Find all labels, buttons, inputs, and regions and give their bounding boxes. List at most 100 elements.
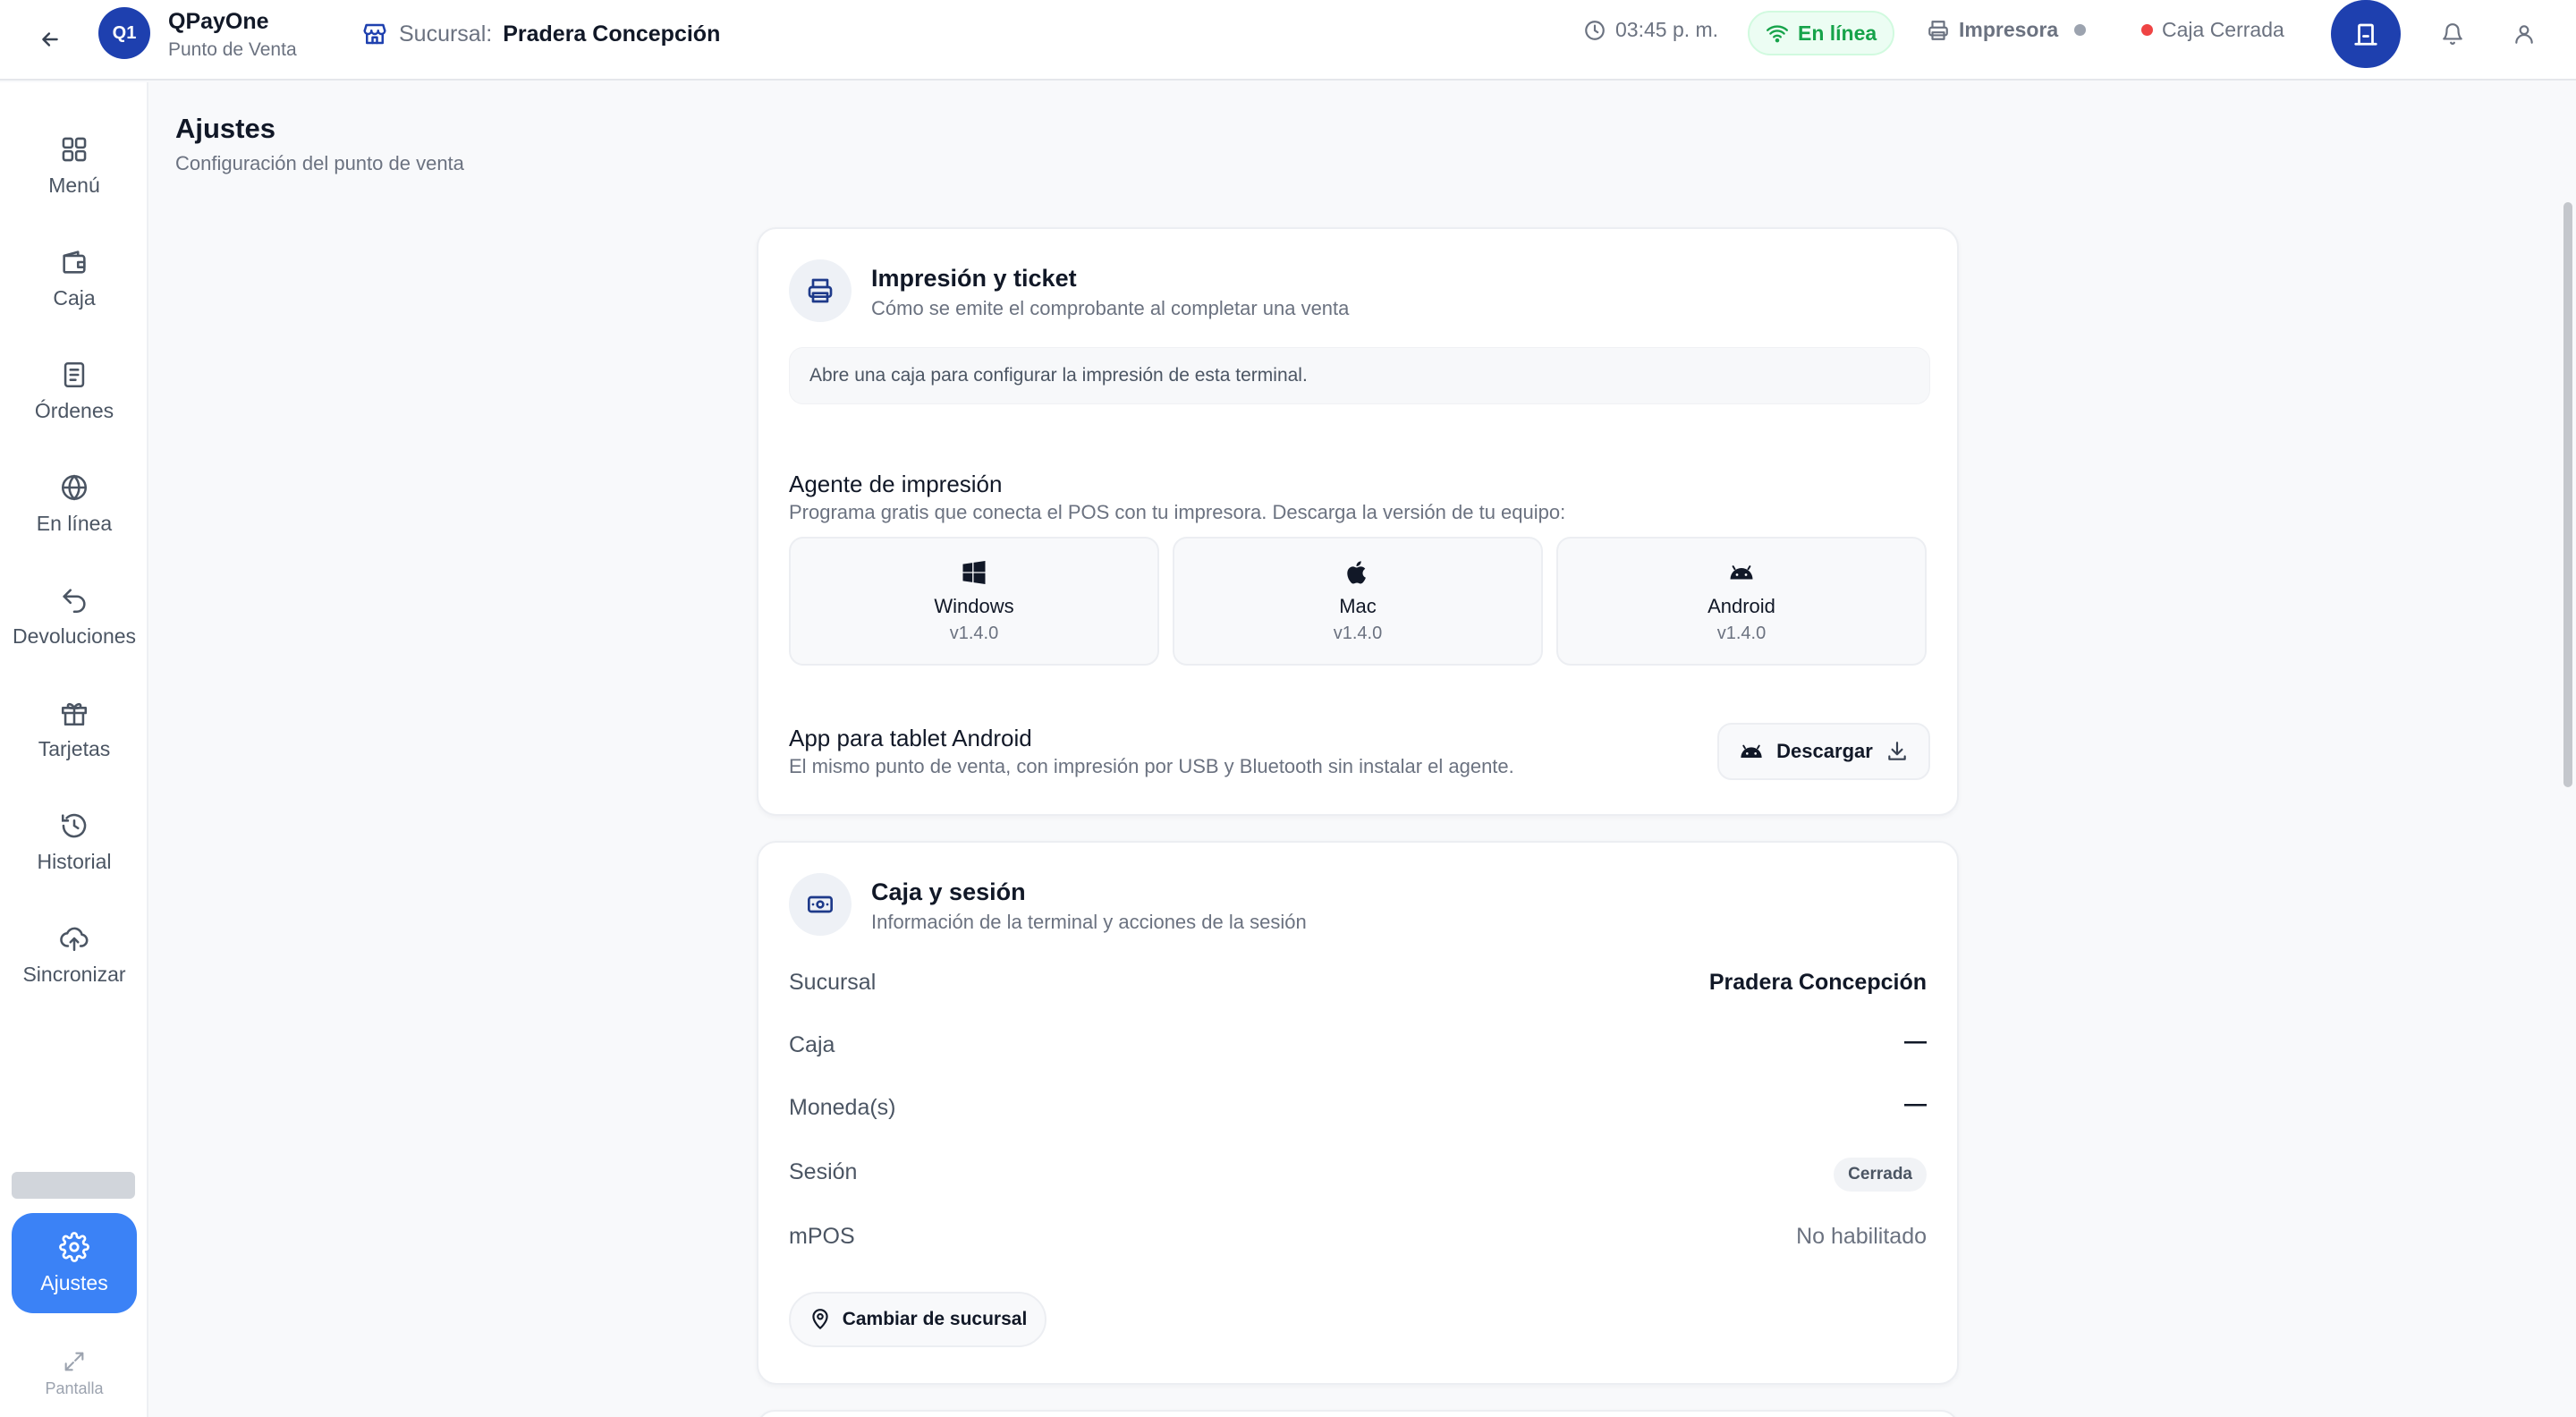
tablet-app-title: App para tablet Android [789,725,1032,751]
download-icon [1885,740,1909,763]
bell-icon [2441,22,2464,46]
register-row-label: Caja [789,1032,835,1057]
branch-row-label: Sucursal [789,970,877,995]
clock-icon [1583,19,1606,42]
sidebar-item-label: Tarjetas [38,736,111,760]
sidebar-item-label: Órdenes [34,398,114,422]
os-name: Windows [934,594,1014,617]
sidebar-item-en-linea[interactable]: En línea [0,454,148,553]
sidebar: Menú Caja Órdenes En línea Devoluciones … [0,82,148,1417]
user-menu-button[interactable] [2504,14,2544,54]
android-icon [1739,739,1764,764]
printing-card-title: Impresión y ticket [871,265,1077,292]
brand-subtitle: Punto de Venta [168,39,297,60]
os-name: Mac [1339,594,1377,617]
cloud-upload-icon [59,923,89,954]
printer-status[interactable]: Impresora [1927,18,2087,42]
download-windows-tile[interactable]: Windows v1.4.0 [789,537,1159,666]
session-card-title: Caja y sesión [871,878,1026,905]
apple-icon [1344,559,1371,586]
printer-status-dot [2074,24,2087,36]
session-card-icon [789,873,852,936]
grid-icon [59,134,89,165]
register-row-value: — [1904,1029,1927,1054]
sidebar-item-tarjetas[interactable]: Tarjetas [0,680,148,778]
windows-icon [961,559,987,586]
clock-time: 03:45 p. m. [1615,18,1719,41]
os-version: v1.4.0 [1333,623,1383,643]
history-icon [59,810,89,841]
map-pin-icon [809,1308,832,1331]
android-icon [1728,559,1755,586]
change-branch-label: Cambiar de sucursal [842,1309,1028,1329]
session-card-description: Información de la terminal y acciones de… [871,911,1307,933]
store-icon [361,21,388,47]
os-version: v1.4.0 [949,623,999,643]
branch-row-value: Pradera Concepción [1708,970,1927,995]
brand-name: QPayOne [168,9,269,34]
scrollbar-thumb[interactable] [2563,202,2572,787]
sidebar-item-sincronizar[interactable]: Sincronizar [0,905,148,1004]
session-status-badge: Cerrada [1834,1158,1927,1192]
sidebar-item-label: Caja [53,285,96,310]
sidebar-item-historial[interactable]: Historial [0,793,148,891]
print-agent-title: Agente de impresión [789,471,1003,497]
change-branch-button[interactable]: Cambiar de sucursal [789,1292,1046,1347]
branch-label: Sucursal: [399,21,493,47]
download-android-tile[interactable]: Android v1.4.0 [1556,537,1927,666]
notifications-button[interactable] [2433,14,2472,54]
wifi-icon [1766,21,1789,45]
branch-indicator: Sucursal: Pradera Concepción [361,16,720,52]
wallet-icon [59,247,89,277]
printing-card-icon [789,259,852,322]
mpos-row-value: No habilitado [1796,1224,1927,1249]
fullscreen-label: Pantalla [45,1379,104,1397]
sidebar-item-label: Ajustes [40,1270,108,1294]
os-version: v1.4.0 [1716,623,1767,643]
page-title: Ajustes [175,113,275,144]
undo-icon [59,585,89,615]
tablet-app-description: El mismo punto de venta, con impresión p… [789,755,1514,777]
online-status-text: En línea [1798,21,1877,45]
sidebar-item-ajustes[interactable]: Ajustes [12,1213,137,1313]
sidebar-item-devoluciones[interactable]: Devoluciones [0,567,148,666]
printing-notice: Abre una caja para configurar la impresi… [789,347,1930,404]
sidebar-item-label: Devoluciones [12,624,137,648]
online-status-pill: En línea [1748,11,1895,55]
page-subtitle: Configuración del punto de venta [175,152,464,174]
back-button[interactable] [30,20,70,59]
print-agent-description: Programa gratis que conecta el POS con t… [789,501,1566,523]
os-name: Android [1707,594,1775,617]
clock: 03:45 p. m. [1583,18,1718,42]
globe-icon [59,472,89,503]
printing-card: Impresión y ticket Cómo se emite el comp… [757,227,1959,816]
gift-icon [59,698,89,728]
mpos-row-label: mPOS [789,1224,855,1249]
printer-icon [806,276,835,305]
sidebar-item-ordenes[interactable]: Órdenes [0,342,148,440]
cash-drawer-icon [2352,21,2379,47]
cash-state-text: Caja Cerrada [2162,18,2284,41]
user-icon [2512,22,2536,46]
cash-icon [806,890,835,919]
printing-card-description: Cómo se emite el comprobante al completa… [871,297,1350,319]
cash-register-state: Caja Cerrada [2141,18,2284,42]
top-bar: Q1 QPayOne Punto de Venta Sucursal: Prad… [0,0,2576,81]
expand-icon [62,1349,87,1374]
fullscreen-toggle[interactable]: Pantalla [0,1342,148,1404]
download-tablet-app-button[interactable]: Descargar [1717,723,1930,780]
sidebar-item-menu[interactable]: Menú [0,116,148,215]
sidebar-item-label: Menú [48,173,100,197]
sidebar-item-caja[interactable]: Caja [0,229,148,327]
next-card [757,1410,1959,1417]
cash-closed-dot [2141,24,2153,36]
sidebar-skeleton [12,1172,135,1199]
sidebar-item-label: Historial [37,849,112,873]
download-mac-tile[interactable]: Mac v1.4.0 [1173,537,1543,666]
sidebar-item-label: En línea [36,511,113,535]
session-row-label: Sesión [789,1159,858,1184]
printer-icon [1927,19,1950,42]
currency-row-label: Moneda(s) [789,1095,896,1120]
arrow-left-icon [38,28,62,51]
cash-drawer-button[interactable] [2331,0,2401,68]
